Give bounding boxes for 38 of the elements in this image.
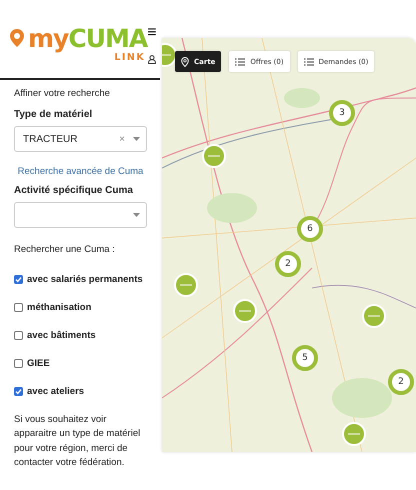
logo-subtitle: LINK	[114, 52, 146, 62]
checkbox-label[interactable]: GIEE	[27, 358, 50, 368]
cluster-marker[interactable]: 5	[292, 345, 318, 371]
user-icon[interactable]	[148, 54, 156, 64]
cluster-marker[interactable]: 2	[275, 251, 301, 277]
help-text: Si vous souhaitez voir apparaitre un type de matériel pour votre région, merci de contacter votre fédération.	[14, 413, 142, 470]
caret-icon	[133, 137, 140, 141]
cluster-marker[interactable]: 2	[388, 369, 414, 395]
map-marker-icon[interactable]	[342, 422, 366, 446]
search-heading: Affiner votre recherche	[14, 88, 111, 99]
list-icon	[304, 58, 314, 66]
map-marker-icon[interactable]	[233, 299, 257, 323]
field-label: Activité spécifique Cuma	[14, 185, 134, 196]
list-icon	[235, 58, 246, 66]
pin-icon	[9, 28, 25, 48]
cluster-marker[interactable]: 3	[329, 100, 355, 126]
menu-icon[interactable]: ≡	[147, 24, 157, 40]
equipment-select[interactable]: TRACTEUR ×	[14, 126, 147, 152]
field-label: Type de matériel	[14, 109, 94, 120]
checkbox-label[interactable]: méthanisation	[27, 302, 92, 312]
map-marker-icon[interactable]	[362, 304, 386, 328]
cluster-marker[interactable]: 6	[297, 216, 323, 242]
caret-icon	[133, 213, 140, 217]
map-pin-icon	[181, 56, 189, 66]
checkbox-label[interactable]: avec ateliers	[27, 386, 84, 396]
advanced-search-link[interactable]: Recherche avancée de Cuma	[18, 166, 144, 177]
clear-icon[interactable]: ×	[119, 134, 125, 144]
checkbox[interactable]	[14, 274, 23, 284]
checkbox[interactable]	[14, 386, 23, 396]
checkbox-label[interactable]: avec bâtiments	[27, 330, 96, 340]
map-marker-icon[interactable]	[174, 273, 198, 297]
filters-label: Rechercher une Cuma :	[14, 244, 116, 255]
map-marker-icon[interactable]	[202, 144, 226, 168]
logo-text: myCUMA	[28, 26, 148, 50]
checkbox[interactable]	[14, 330, 23, 340]
checkbox[interactable]	[14, 358, 23, 368]
checkbox-label[interactable]: avec salariés permanents	[27, 274, 143, 284]
checkbox[interactable]	[14, 302, 23, 312]
